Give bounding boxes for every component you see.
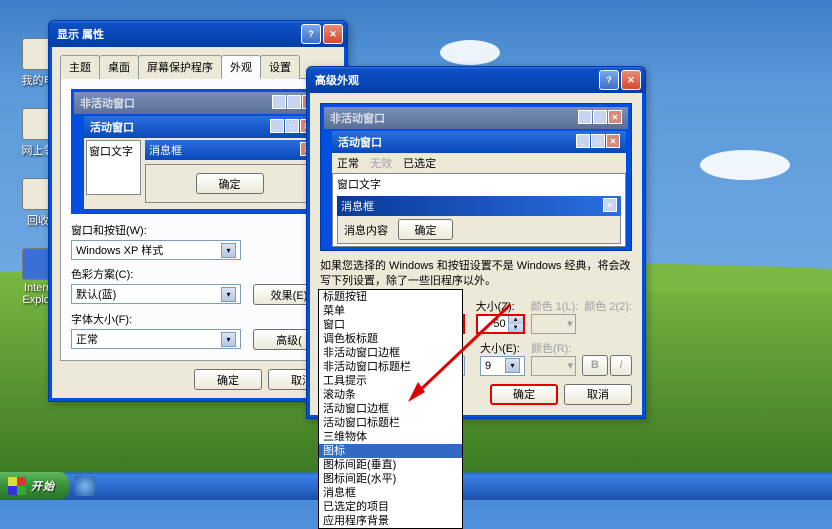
titlebar[interactable]: 显示 属性 ? ✕ (49, 21, 347, 47)
close-button[interactable]: ✕ (323, 24, 343, 44)
up-icon[interactable]: ▲ (508, 316, 523, 324)
label-size2: 大小(E): (480, 340, 525, 356)
dropdown-option[interactable]: 图标间距(垂直) (319, 458, 462, 472)
help-button[interactable]: ? (599, 70, 619, 90)
dropdown-value: 9 (485, 360, 491, 372)
cancel-button[interactable]: 取消 (564, 384, 632, 405)
preview-inactive-title: 非活动窗口 (330, 110, 385, 126)
down-icon[interactable]: ▼ (508, 324, 523, 332)
help-button[interactable]: ? (301, 24, 321, 44)
tab-screensaver[interactable]: 屏幕保护程序 (138, 55, 222, 79)
chevron-down-icon: ▾ (221, 332, 236, 347)
label-color-scheme: 色彩方案(C): (71, 266, 325, 282)
size-spinner[interactable]: ▲▼ (476, 314, 525, 334)
preview-selected: 已选定 (403, 158, 436, 170)
advanced-note: 如果您选择的 Windows 和按钮设置不是 Windows 经典，将会改写下列… (320, 259, 632, 290)
dropdown-option[interactable]: 已选定的项目 (319, 500, 462, 514)
dropdown-option[interactable]: 活动窗口标题栏 (319, 416, 462, 430)
italic-button: I (610, 355, 632, 376)
tab-settings[interactable]: 设置 (260, 55, 300, 79)
dropdown-value: 默认(蓝) (76, 286, 116, 302)
label-colorr: 颜色(R): (531, 340, 576, 356)
client-area: 主题 桌面 屏幕保护程序 外观 设置 非活动窗口 _□✕ 活动窗口 _□✕ (52, 47, 344, 398)
label-font-size: 字体大小(F): (71, 311, 325, 327)
dropdown-option[interactable]: 标题按钮 (319, 290, 462, 304)
taskbar-ie-icon[interactable] (75, 476, 95, 496)
colorr-picker: ▾ (531, 356, 576, 376)
preview-inactive-title: 非活动窗口 (80, 95, 135, 111)
ok-button[interactable]: 确定 (194, 369, 262, 390)
tab-strip: 主题 桌面 屏幕保护程序 外观 设置 (60, 55, 336, 79)
tab-page: 非活动窗口 _□✕ 活动窗口 _□✕ 窗口文字 消息框 (60, 79, 336, 361)
window-title: 高级外观 (315, 72, 599, 88)
dropdown-font-size[interactable]: 正常 ▾ (71, 329, 241, 349)
preview-active-title: 活动窗口 (90, 119, 134, 135)
dropdown-windows-buttons[interactable]: Windows XP 样式 ▾ (71, 240, 241, 260)
dropdown-option[interactable]: 滚动条 (319, 388, 462, 402)
dropdown-option[interactable]: 图标间距(水平) (319, 472, 462, 486)
preview-active-title: 活动窗口 (338, 134, 382, 150)
color1-picker: ▾ (531, 314, 576, 334)
preview-window-text: 窗口文字 (337, 176, 621, 192)
size-input[interactable] (478, 316, 508, 332)
font-size-dropdown[interactable]: 9 ▾ (480, 356, 525, 376)
titlebar[interactable]: 高级外观 ? ✕ (307, 67, 645, 93)
dropdown-option[interactable]: 三维物体 (319, 430, 462, 444)
preview-msgbox-title: 消息框 (341, 198, 374, 214)
dropdown-option[interactable]: 工具提示 (319, 374, 462, 388)
dropdown-option[interactable]: 调色板标题 (319, 332, 462, 346)
window-display-properties: 显示 属性 ? ✕ 主题 桌面 屏幕保护程序 外观 设置 非活动窗口 _□✕ 活… (48, 20, 348, 402)
chevron-down-icon: ▾ (221, 287, 236, 302)
dropdown-value: 正常 (76, 331, 98, 347)
label-color2: 颜色 2(2): (584, 298, 632, 314)
dropdown-option[interactable]: 活动窗口边框 (319, 402, 462, 416)
dropdown-option[interactable]: 窗口 (319, 318, 462, 332)
tab-theme[interactable]: 主题 (60, 55, 100, 79)
item-dropdown-list[interactable]: 标题按钮菜单窗口调色板标题非活动窗口边框非活动窗口标题栏工具提示滚动条活动窗口边… (318, 289, 463, 529)
preview-msgbox-title: 消息框 (149, 142, 182, 158)
dropdown-option[interactable]: 应用程序背景 (319, 514, 462, 528)
dropdown-option[interactable]: 非活动窗口边框 (319, 346, 462, 360)
preview-window-text: 窗口文字 (86, 140, 141, 195)
preview-disabled: 无效 (370, 158, 392, 170)
start-button[interactable]: 开始 (0, 472, 69, 500)
advanced-preview: 非活动窗口 _□✕ 活动窗口 _□✕ 正常 无效 已选定 窗口文字 消息框 (320, 103, 632, 251)
chevron-down-icon: ▾ (505, 358, 520, 373)
tab-desktop[interactable]: 桌面 (99, 55, 139, 79)
window-title: 显示 属性 (57, 26, 301, 42)
label-color1: 颜色 1(L): (531, 298, 579, 314)
preview-normal: 正常 (337, 158, 359, 170)
tab-appearance[interactable]: 外观 (221, 55, 261, 79)
label-size: 大小(Z): (476, 298, 525, 314)
dropdown-option[interactable]: 菜单 (319, 304, 462, 318)
chevron-down-icon: ▾ (221, 243, 236, 258)
dropdown-option[interactable]: 消息框 (319, 486, 462, 500)
appearance-preview: 非活动窗口 _□✕ 活动窗口 _□✕ 窗口文字 消息框 (71, 89, 325, 214)
dropdown-value: Windows XP 样式 (76, 242, 163, 258)
preview-ok-button: 确定 (196, 173, 264, 194)
preview-msg-content: 消息内容 (344, 222, 388, 238)
start-label: 开始 (31, 478, 55, 494)
ok-button[interactable]: 确定 (490, 384, 558, 405)
dropdown-option[interactable]: 图标 (319, 444, 462, 458)
label-windows-buttons: 窗口和按钮(W): (71, 222, 325, 238)
dropdown-color-scheme[interactable]: 默认(蓝) ▾ (71, 284, 241, 304)
preview-ok: 确定 (398, 219, 453, 240)
dropdown-option[interactable]: 非活动窗口标题栏 (319, 360, 462, 374)
bold-button: B (582, 355, 608, 376)
close-button[interactable]: ✕ (621, 70, 641, 90)
